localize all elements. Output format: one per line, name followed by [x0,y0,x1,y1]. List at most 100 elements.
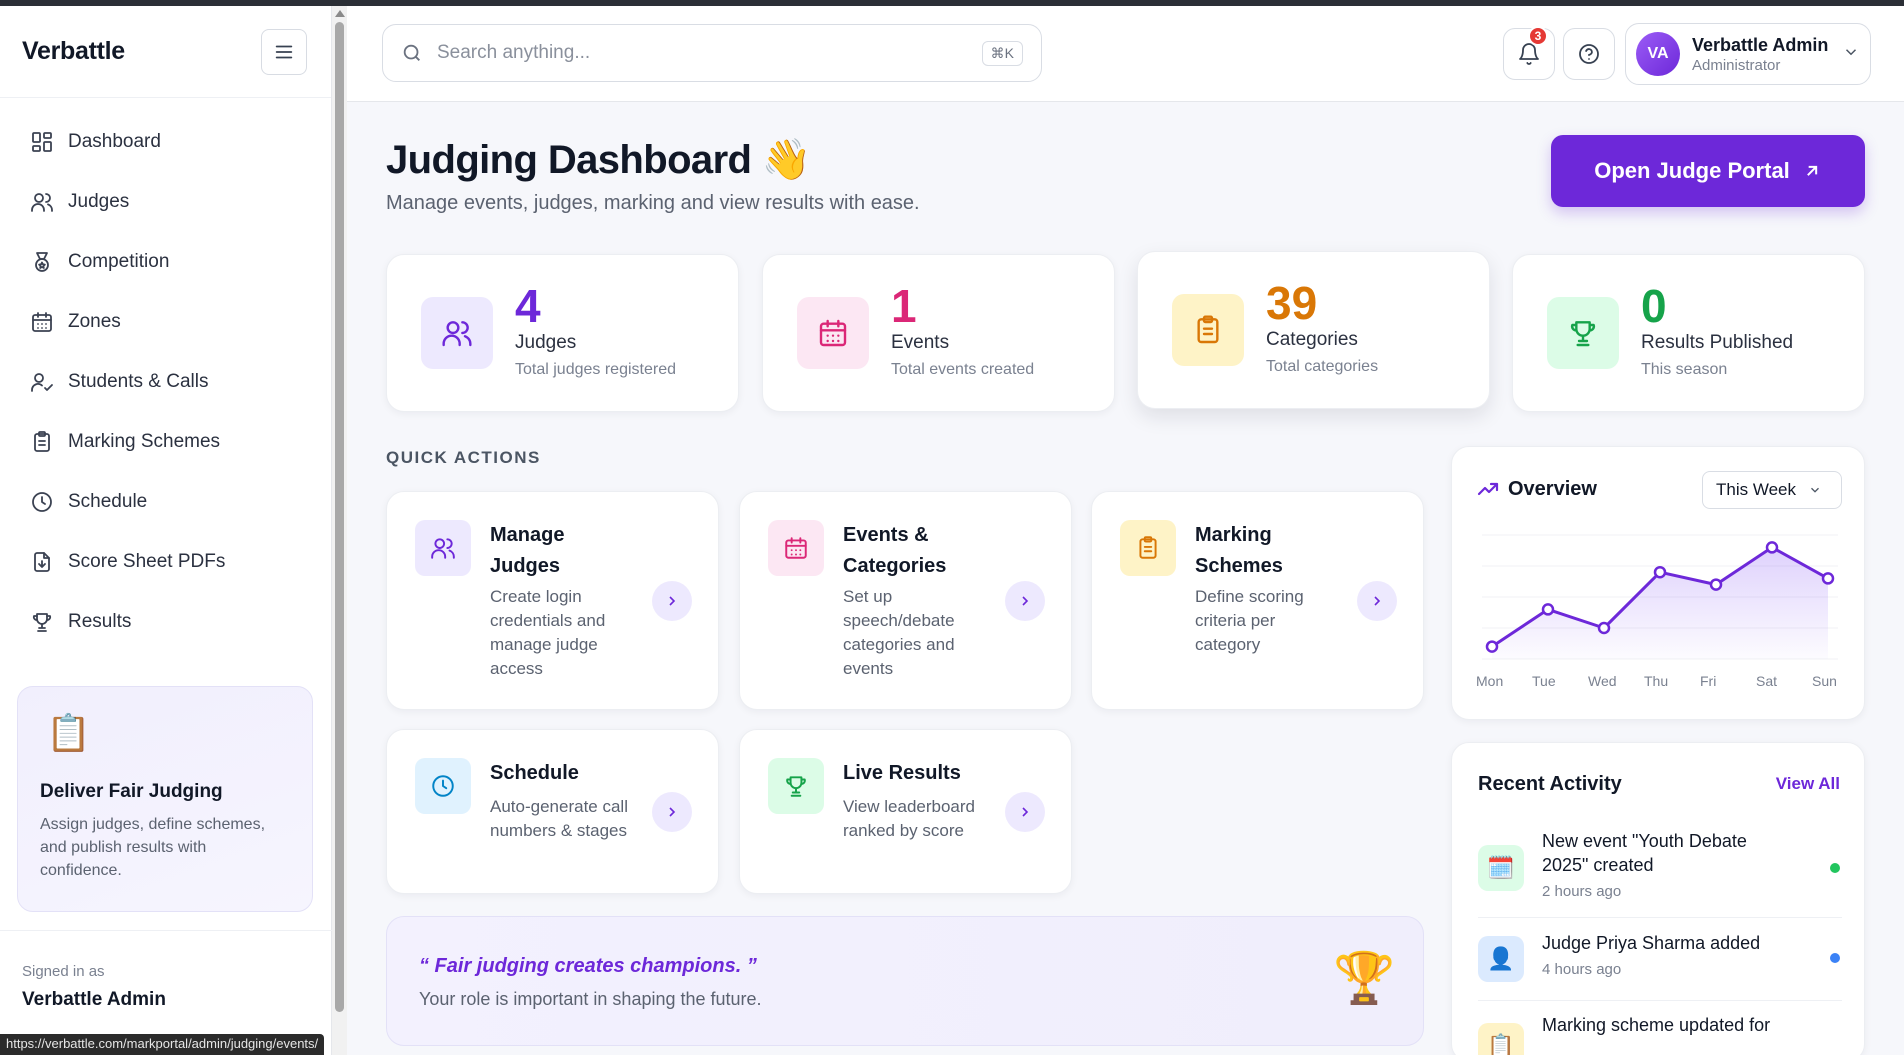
chart-x-tick-label: Sat [1756,673,1778,689]
quick-actions-heading: QUICK ACTIONS [386,448,541,467]
chart-x-tick-label: Sun [1812,673,1837,689]
overview-range-value: This Week [1716,480,1796,499]
quote-text: “ Fair judging creates champions. ” [419,955,757,977]
chevron-right-icon[interactable] [1005,581,1045,621]
help-circle-icon [1579,44,1599,64]
overview-card: Overview This Week Mon Tue Wed Thu Fri Sat Sun [1451,446,1865,720]
quick-action-description: Set up speech/debate categories and even… [843,587,955,678]
chevron-down-icon [1842,43,1860,66]
search-placeholder: Search anything... [437,42,591,63]
quick-action-description: Create login credentials and manage judg… [490,587,606,678]
quick-action-marking-schemes[interactable]: Marking Schemes Define scoring criteria … [1091,491,1424,710]
scroll-thumb[interactable] [335,22,344,1012]
avatar: VA [1636,32,1680,76]
chevron-right-icon[interactable] [1005,792,1045,832]
signed-in-label: Signed in as [22,963,105,980]
clipboard-icon: 📋 [1478,1023,1524,1055]
chart-x-tick-label: Tue [1532,673,1556,689]
user-name: Verbattle Admin [1692,34,1829,55]
sidebar-item-label: Schedule [68,491,148,512]
chart-x-tick-label: Wed [1588,673,1617,689]
promo-card: 📋 Deliver Fair Judging Assign judges, de… [17,686,313,912]
activity-text: Judge Priya Sharma added [1542,933,1761,953]
stat-label: Judges [515,332,577,353]
stat-subtext: Total events created [891,361,1035,378]
hamburger-icon [275,45,293,58]
stat-label: Results Published [1641,332,1794,353]
sidebar-item-judges[interactable]: Judges [0,172,331,232]
recent-activity-card: Recent Activity View All 🗓️ New event "Y… [1451,742,1865,1055]
chevron-right-icon[interactable] [652,792,692,832]
search-icon [403,44,420,61]
activity-time: 4 hours ago [1542,961,1622,978]
sidebar-item-label: Zones [68,311,121,332]
quick-action-description: View leaderboard ranked by score [843,797,975,840]
stat-label: Categories [1266,329,1358,350]
chart-point-fri [1709,578,1723,591]
overview-chart [1482,534,1838,660]
sidebar-item-label: Competition [68,251,170,272]
scroll-up-arrow-icon[interactable] [335,10,345,17]
users-icon [415,520,471,576]
sidebar-item-marking-schemes[interactable]: Marking Schemes [0,412,331,472]
status-dot [1830,953,1840,963]
chevron-down-icon [1811,487,1819,493]
quick-action-title: Schedule [490,762,579,784]
medal-icon [35,252,49,272]
status-dot [1830,863,1840,873]
sidebar-item-results[interactable]: Results [0,592,331,652]
open-judge-portal-label: Open Judge Portal [1594,158,1790,183]
quick-action-description: Define scoring criteria per category [1195,587,1304,654]
stat-value: 39 [1266,277,1318,329]
quick-action-description: Auto-generate call numbers & stages [490,797,628,840]
activity-item[interactable]: 👤 Judge Priya Sharma added 4 hours ago [1478,918,1842,1001]
recent-activity-title: Recent Activity [1478,773,1622,795]
notifications-button[interactable]: 3 [1503,26,1555,80]
stat-value: 0 [1641,280,1667,332]
quick-action-manage-judges[interactable]: Manage Judges Create login credentials a… [386,491,719,710]
chart-point-wed [1597,621,1611,635]
page-subtitle: Manage events, judges, marking and view … [386,192,920,214]
user-menu[interactable]: VA Verbattle Admin Administrator [1625,23,1871,85]
brand-logo[interactable]: Verbattle [22,37,125,66]
users-icon [31,193,53,212]
trending-up-icon [1477,482,1499,496]
chevron-right-icon[interactable] [1357,581,1397,621]
trophy-emoji-icon: 🏆 [1333,950,1396,1006]
activity-item[interactable]: 📋 Marking scheme updated for [1478,1001,1842,1055]
open-judge-portal-button[interactable]: Open Judge Portal [1551,135,1865,207]
clipboard-icon [1120,520,1176,576]
quick-action-schedule[interactable]: Schedule Auto-generate call numbers & st… [386,729,719,894]
activity-item[interactable]: 🗓️ New event "Youth Debate 2025" created… [1478,823,1842,918]
menu-toggle-button[interactable] [261,28,307,75]
stat-card-categories: 39 Categories Total categories [1137,251,1490,409]
view-all-link[interactable]: View All [1776,774,1840,794]
page-title: Judging Dashboard 👋 [386,136,812,183]
search-input[interactable]: Search anything... ⌘K [382,24,1042,82]
stat-subtext: Total categories [1266,358,1379,375]
sidebar-item-competition[interactable]: Competition [0,232,331,292]
dashboard-icon [32,132,52,152]
help-button[interactable] [1563,28,1615,80]
sidebar-scrollbar[interactable] [332,6,347,1055]
overview-range-select[interactable]: This Week [1702,471,1842,509]
stat-label: Events [891,332,950,353]
quick-action-title: Live Results [843,762,961,784]
sidebar-item-dashboard[interactable]: Dashboard [0,112,331,172]
chevron-right-icon[interactable] [652,581,692,621]
quick-action-title: Marking Schemes [1195,524,1283,577]
sidebar-item-schedule[interactable]: Schedule [0,472,331,532]
quick-action-events-categories[interactable]: Events & Categories Set up speech/debate… [739,491,1072,710]
sidebar-item-label: Students & Calls [68,371,209,392]
stat-value: 4 [515,280,541,332]
trophy-icon [768,758,824,814]
sidebar-item-label: Judges [68,191,130,212]
quick-action-title: Manage Judges [490,524,565,577]
chart-point-mon [1485,640,1499,653]
sidebar-item-score-sheet-pdfs[interactable]: Score Sheet PDFs [0,532,331,592]
quick-action-live-results[interactable]: Live Results View leaderboard ranked by … [739,729,1072,894]
chart-point-tue [1541,603,1555,616]
sidebar-item-zones[interactable]: Zones [0,292,331,352]
sidebar-item-students-calls[interactable]: Students & Calls [0,352,331,412]
chart-point-thu [1653,565,1667,579]
